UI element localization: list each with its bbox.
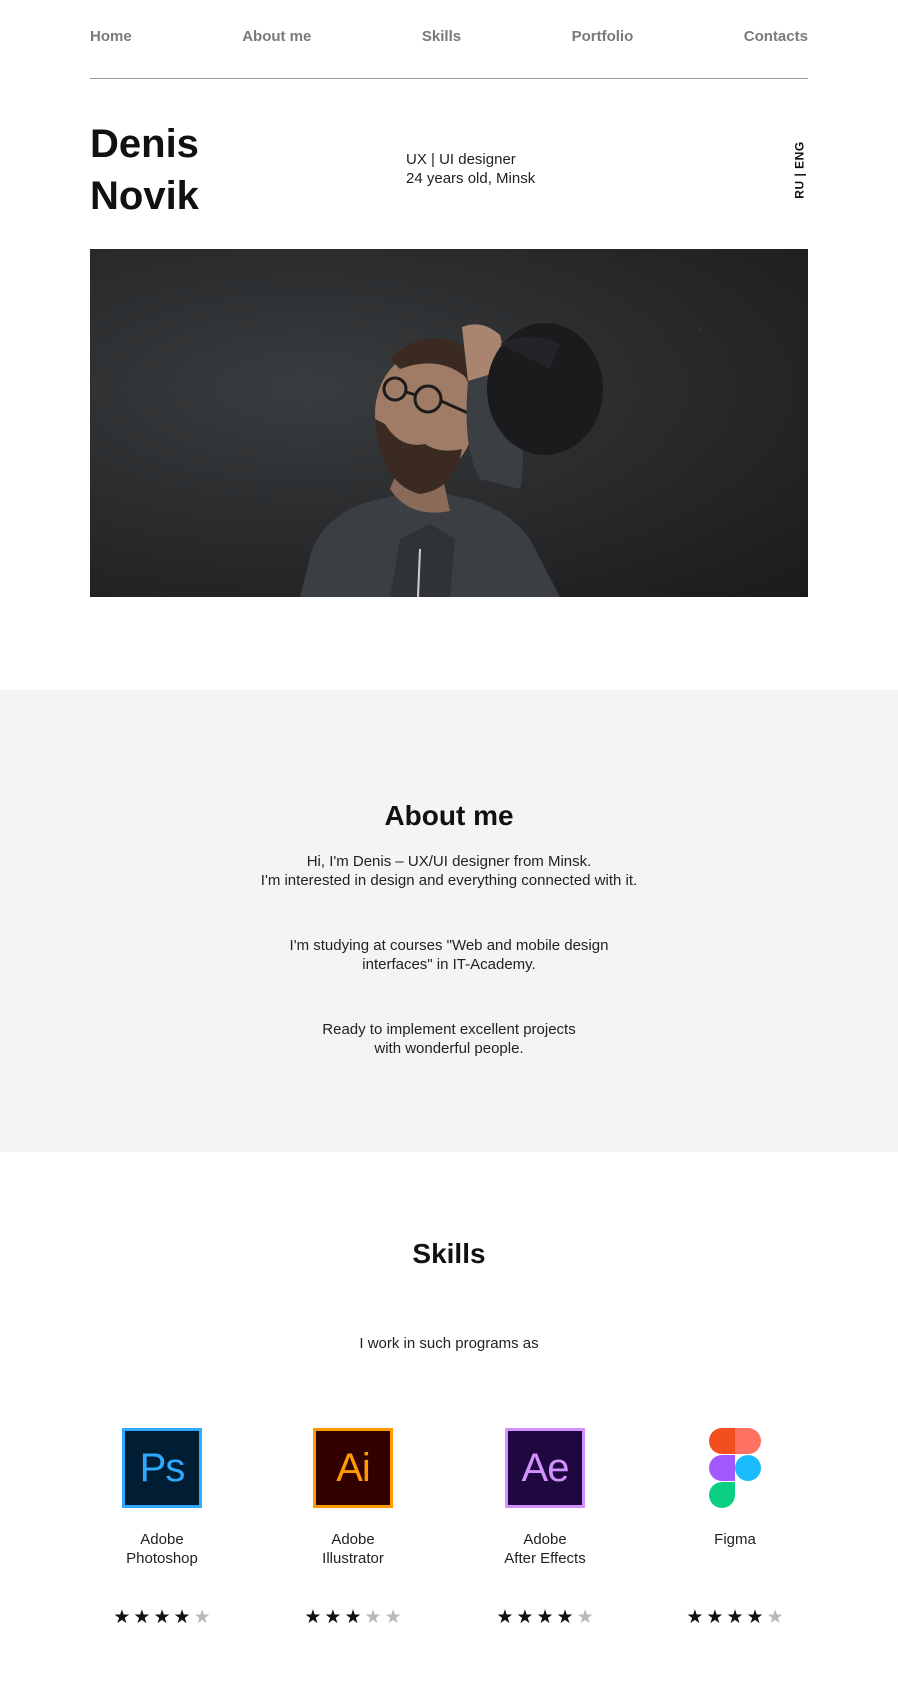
nav-link-contacts[interactable]: Contacts <box>744 28 808 45</box>
skill-name-line: Photoshop <box>126 1550 198 1567</box>
about-paragraph-line: interfaces" in IT-Academy. <box>362 956 536 973</box>
star-filled-icon: ★ <box>153 1607 171 1628</box>
star-empty-icon: ★ <box>766 1607 784 1628</box>
skill-name: Figma <box>714 1530 756 1568</box>
skill-name: Adobe After Effects <box>504 1530 585 1568</box>
hero-age-city: 24 years old, Minsk <box>406 170 536 187</box>
star-empty-icon: ★ <box>384 1607 402 1628</box>
star-filled-icon: ★ <box>304 1607 322 1628</box>
skill-rating: ★ ★ ★ ★ ★ <box>113 1608 210 1628</box>
about-paragraph-line: Ready to implement excellent projects <box>322 1021 576 1038</box>
nav-link-portfolio[interactable]: Portfolio <box>572 28 634 45</box>
star-filled-icon: ★ <box>536 1607 554 1628</box>
about-paragraph: I'm studying at courses "Web and mobile … <box>0 936 898 974</box>
star-filled-icon: ★ <box>133 1607 151 1628</box>
skills-subtitle: I work in such programs as <box>359 1335 539 1352</box>
skill-rating: ★ ★ ★ ★ ★ <box>686 1608 783 1628</box>
about-section: About me Hi, I'm Denis – UX/UI designer … <box>0 690 898 1152</box>
top-navigation: Home About me Skills Portfolio Contacts <box>90 28 808 45</box>
star-filled-icon: ★ <box>113 1607 131 1628</box>
skill-name-line: After Effects <box>504 1550 586 1567</box>
about-paragraph: Hi, I'm Denis – UX/UI designer from Mins… <box>0 852 898 890</box>
hero-first-name: Denis <box>90 122 199 166</box>
about-paragraph-line: I'm interested in design and everything … <box>260 872 638 889</box>
hero-last-name: Novik <box>90 174 199 218</box>
portrait-image <box>128 307 771 597</box>
star-empty-icon: ★ <box>193 1607 211 1628</box>
skill-name-line: Adobe <box>331 1531 375 1548</box>
after-effects-icon: Ae <box>505 1428 585 1508</box>
hero-photo <box>90 249 808 597</box>
skill-name-line: Adobe <box>523 1531 567 1548</box>
star-filled-icon: ★ <box>173 1607 191 1628</box>
about-paragraph-line: with wonderful people. <box>374 1040 524 1057</box>
nav-link-skills[interactable]: Skills <box>422 28 461 45</box>
star-filled-icon: ★ <box>686 1607 704 1628</box>
figma-logo <box>709 1428 761 1508</box>
star-filled-icon: ★ <box>706 1607 724 1628</box>
skill-card-illustrator: Ai Adobe Illustrator ★ ★ ★ ★ ★ <box>263 1428 443 1628</box>
nav-divider <box>90 78 808 79</box>
star-filled-icon: ★ <box>516 1607 534 1628</box>
illustrator-logo-text: Ai <box>313 1428 393 1508</box>
star-filled-icon: ★ <box>324 1607 342 1628</box>
skill-name: Adobe Illustrator <box>322 1530 384 1568</box>
nav-link-about[interactable]: About me <box>242 28 311 45</box>
after-effects-logo-text: Ae <box>505 1428 585 1508</box>
nav-link-home[interactable]: Home <box>90 28 132 45</box>
photoshop-logo-text: Ps <box>122 1428 202 1508</box>
skill-rating: ★ ★ ★ ★ ★ <box>304 1608 401 1628</box>
about-title: About me <box>384 800 514 831</box>
about-paragraph-line: I'm studying at courses "Web and mobile … <box>289 937 609 954</box>
language-switch: RU | ENG <box>786 140 814 200</box>
lang-separator: | <box>793 168 808 181</box>
photoshop-icon: Ps <box>122 1428 202 1508</box>
hero-role-title: UX | UI designer <box>406 151 516 168</box>
skill-card-photoshop: Ps Adobe Photoshop ★ ★ ★ ★ ★ <box>72 1428 252 1628</box>
lang-ru-button[interactable]: RU <box>793 180 807 198</box>
skill-name-line: Illustrator <box>322 1550 384 1567</box>
hero-role: UX | UI designer 24 years old, Minsk <box>406 150 535 188</box>
about-paragraph-line: Hi, I'm Denis – UX/UI designer from Mins… <box>306 853 592 870</box>
language-switch-label: RU | ENG <box>793 141 807 198</box>
lang-eng-button[interactable]: ENG <box>793 141 807 169</box>
skill-name-line: Figma <box>714 1531 756 1548</box>
skill-name: Adobe Photoshop <box>126 1530 198 1568</box>
star-empty-icon: ★ <box>576 1607 594 1628</box>
illustrator-icon: Ai <box>313 1428 393 1508</box>
about-paragraph: Ready to implement excellent projects wi… <box>0 1020 898 1058</box>
star-empty-icon: ★ <box>364 1607 382 1628</box>
star-filled-icon: ★ <box>556 1607 574 1628</box>
star-filled-icon: ★ <box>344 1607 362 1628</box>
star-filled-icon: ★ <box>726 1607 744 1628</box>
skill-card-figma: Figma ★ ★ ★ ★ ★ <box>645 1428 825 1628</box>
skill-rating: ★ ★ ★ ★ ★ <box>496 1608 593 1628</box>
skill-name-line: Adobe <box>140 1531 184 1548</box>
star-filled-icon: ★ <box>496 1607 514 1628</box>
hero-name: Denis Novik <box>90 118 199 222</box>
skills-title: Skills <box>412 1238 486 1269</box>
star-filled-icon: ★ <box>746 1607 764 1628</box>
skill-card-after-effects: Ae Adobe After Effects ★ ★ ★ ★ ★ <box>455 1428 635 1628</box>
figma-icon <box>695 1428 775 1508</box>
